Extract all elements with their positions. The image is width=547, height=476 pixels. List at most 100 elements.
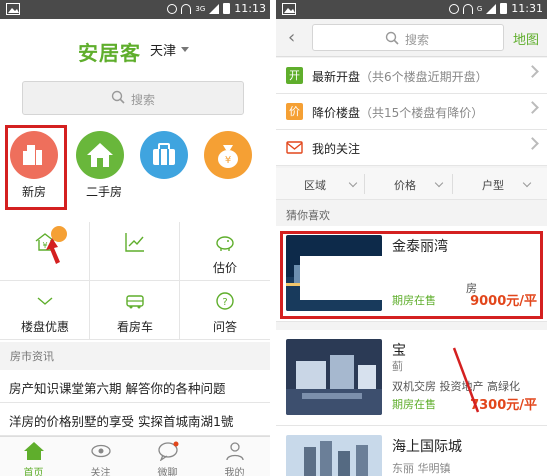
chevron-right-icon <box>526 137 539 150</box>
listing-name: 宝 <box>392 343 406 359</box>
search-placeholder: 搜索 <box>405 33 430 47</box>
list-row-new-opening[interactable]: 开 最新开盘（共6个楼盘近期开盘） <box>276 58 547 94</box>
property-photo <box>286 435 382 476</box>
grid-label: 问答 <box>212 320 237 334</box>
divider <box>452 174 453 194</box>
filter-district[interactable]: 区域 <box>304 177 326 193</box>
row-subtitle: （共15个楼盘有降价） <box>360 106 484 120</box>
row-subtitle: （共6个楼盘近期开盘） <box>360 70 488 84</box>
search-icon <box>385 31 399 45</box>
battery-icon <box>500 3 508 14</box>
status-bar: 3G 11:13 <box>0 0 270 19</box>
row-title: 我的关注 <box>312 142 361 156</box>
wifi-icon <box>181 3 192 14</box>
tab-label: 微聊 <box>157 468 178 476</box>
filter-bar: 区域 价格 户型 <box>276 168 547 200</box>
network-type: 3G <box>195 4 206 13</box>
city-selector[interactable]: 天津 <box>150 40 176 59</box>
status-bar: G 11:31 <box>276 0 547 19</box>
tab-mine[interactable]: 我的 <box>201 437 268 476</box>
home-header: 安居客 天津 搜索 <box>0 19 270 119</box>
guess-you-like-title: 猜你喜欢 <box>286 209 330 222</box>
pointer-line <box>452 347 480 413</box>
row-text: 降价楼盘（共15个楼盘有降价） <box>312 104 483 121</box>
new-home-screen: G 11:31 ‹ 搜索 地图 开 最新开盘（共6个楼盘近期开盘） 价 降价楼盘… <box>276 0 547 476</box>
search-box[interactable]: 搜索 <box>22 81 244 115</box>
chevron-down-icon <box>522 178 532 188</box>
chevron-down-icon <box>348 178 358 188</box>
listing-area: 东丽 华明镇 <box>392 462 451 475</box>
grid-item-qa[interactable]: ? 问答 <box>180 281 270 340</box>
grid-label: 估价 <box>212 261 237 275</box>
tab-home[interactable]: 首页 <box>0 437 67 476</box>
network-type: G <box>476 4 483 13</box>
chevron-down-icon[interactable] <box>181 47 189 52</box>
discount-icon <box>37 297 53 305</box>
row-text: 我的关注 <box>312 140 360 157</box>
highlight-box <box>280 231 543 319</box>
screenshot-root: 3G 11:13 安居客 天津 搜索 新房 二手房 ¥ ¥ 估价 楼盘优惠 看房… <box>0 0 547 476</box>
piggy-bank-icon <box>216 236 234 251</box>
filter-price[interactable]: 价格 <box>394 177 416 193</box>
map-link[interactable]: 地图 <box>513 29 539 48</box>
listing-card[interactable]: 宝 蓟 双机交房 投资地产 高绿化 期房在售 7300元/平 <box>276 330 547 426</box>
listing-status: 期房在售 <box>392 398 436 411</box>
open-badge-icon: 开 <box>286 67 303 84</box>
row-text: 最新开盘（共6个楼盘近期开盘） <box>312 68 488 85</box>
clock: 11:13 <box>234 2 266 15</box>
house-icon <box>87 143 113 167</box>
chevron-right-icon <box>526 101 539 114</box>
bus-icon <box>126 295 144 309</box>
home-screen: 3G 11:13 安居客 天津 搜索 新房 二手房 ¥ ¥ 估价 楼盘优惠 看房… <box>0 0 270 476</box>
property-photo <box>286 339 382 415</box>
filter-layout[interactable]: 户型 <box>482 177 504 193</box>
grid-item-valuation[interactable]: 估价 <box>180 222 270 281</box>
clock: 11:31 <box>511 2 543 15</box>
listing-area: 蓟 <box>392 360 403 373</box>
finance-category[interactable]: ¥ <box>204 131 252 179</box>
grid-item-trend[interactable] <box>90 222 180 281</box>
eye-icon <box>91 444 111 458</box>
mail-icon <box>286 141 303 154</box>
money-bag-icon: ¥ <box>218 145 238 168</box>
grid-item-discount[interactable]: 楼盘优惠 <box>0 281 90 340</box>
grid-item-viewing-bus[interactable]: 看房车 <box>90 281 180 340</box>
rent-category[interactable] <box>140 131 188 179</box>
chevron-right-icon <box>526 65 539 78</box>
row-title: 降价楼盘 <box>312 106 361 120</box>
signal-icon <box>209 3 220 14</box>
question-icon: ? <box>216 292 234 310</box>
tab-follow[interactable]: 关注 <box>67 437 134 476</box>
bottom-tab-bar: 首页 关注 微聊 我的 <box>0 436 270 476</box>
second-hand-category[interactable] <box>76 131 124 179</box>
svg-text:?: ? <box>222 297 227 308</box>
news-item[interactable]: 洋房的价格别墅的享受 实探首城南湖1號 <box>0 403 270 436</box>
pointer-arrow-icon <box>46 238 60 264</box>
search-placeholder: 搜索 <box>131 93 156 107</box>
grid-item-price[interactable]: ¥ <box>0 222 90 281</box>
chevron-down-icon <box>434 178 444 188</box>
search-header: ‹ 搜索 地图 <box>276 19 547 57</box>
listing-card[interactable]: 金泰丽湾 房 期房在售 9000元/平 <box>276 226 547 322</box>
listing-card[interactable]: 海上国际城 东丽 华明镇 <box>276 426 547 476</box>
listing-name: 海上国际城 <box>392 439 462 455</box>
battery-icon <box>223 3 231 14</box>
tab-chat[interactable]: 微聊 <box>134 437 201 476</box>
app-logo: 安居客 <box>78 41 141 65</box>
category-label-second-hand[interactable]: 二手房 <box>86 183 122 200</box>
image-notification-icon <box>282 3 296 15</box>
back-icon[interactable]: ‹ <box>288 27 295 48</box>
list-row-price-drop[interactable]: 价 降价楼盘（共15个楼盘有降价） <box>276 94 547 130</box>
svg-text:¥: ¥ <box>225 155 231 166</box>
grid-label: 看房车 <box>116 320 153 334</box>
feature-grid: ¥ 估价 楼盘优惠 看房车 ? 问答 <box>0 222 270 342</box>
grid-label: 楼盘优惠 <box>20 320 69 334</box>
tab-label: 首页 <box>23 468 44 476</box>
trend-chart-icon <box>125 233 144 252</box>
image-notification-icon <box>6 3 20 15</box>
list-row-my-follow[interactable]: 我的关注 <box>276 130 547 166</box>
search-box[interactable]: 搜索 <box>312 24 504 51</box>
search-icon <box>111 90 125 104</box>
wifi-icon <box>462 3 473 14</box>
news-item[interactable]: 房产知识课堂第六期 解答你的各种问题 <box>0 370 270 403</box>
